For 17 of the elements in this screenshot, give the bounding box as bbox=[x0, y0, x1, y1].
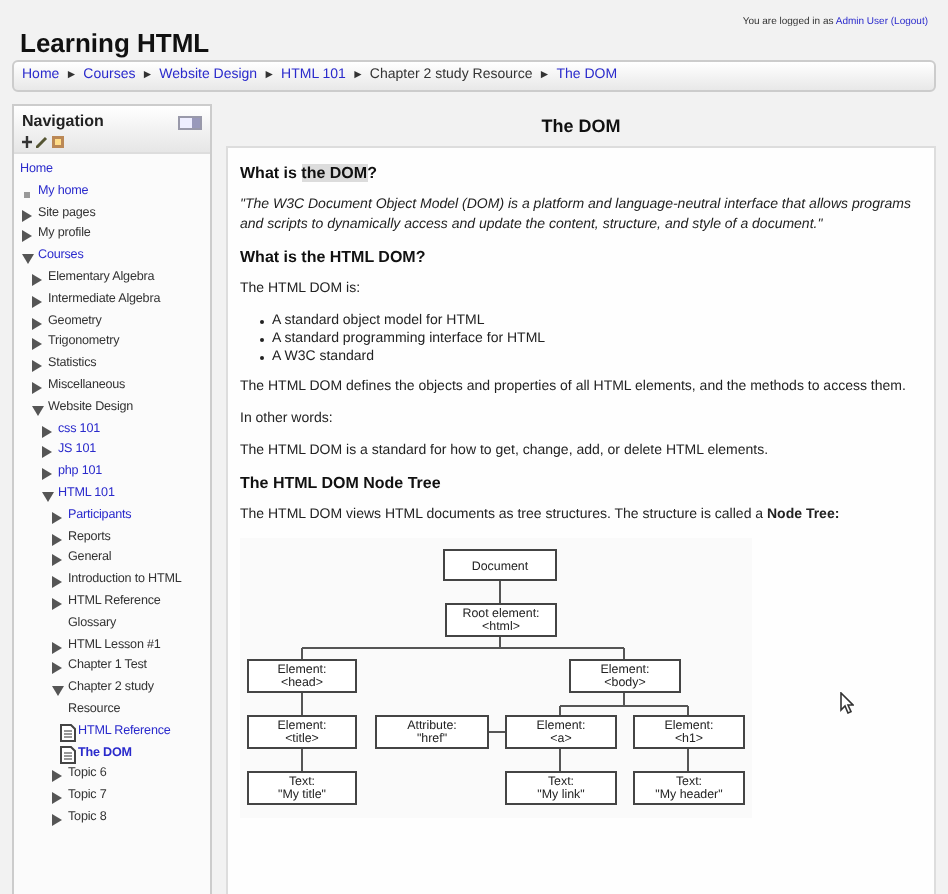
page-title: The DOM bbox=[539, 114, 623, 140]
section-heading: The HTML DOM Node Tree bbox=[240, 474, 443, 494]
move-icon[interactable] bbox=[22, 136, 32, 148]
expanded-triangle-icon[interactable] bbox=[51, 686, 63, 697]
expanded-triangle-icon[interactable] bbox=[41, 491, 53, 502]
panel-title: Navigation bbox=[22, 110, 104, 134]
expanded-triangle-icon[interactable] bbox=[31, 405, 43, 416]
section-heading: What is the DOM? bbox=[240, 164, 379, 184]
dock-icon[interactable] bbox=[178, 115, 202, 129]
site-title: Learning HTML bbox=[20, 26, 210, 62]
expanded-triangle-icon[interactable] bbox=[21, 254, 33, 265]
bullet-icon bbox=[23, 191, 29, 198]
mouse-cursor-icon bbox=[840, 692, 854, 714]
section-heading: What is the HTML DOM? bbox=[240, 248, 428, 268]
document-icon bbox=[59, 723, 75, 742]
edit-icon[interactable] bbox=[36, 136, 48, 148]
document-icon bbox=[59, 745, 75, 764]
